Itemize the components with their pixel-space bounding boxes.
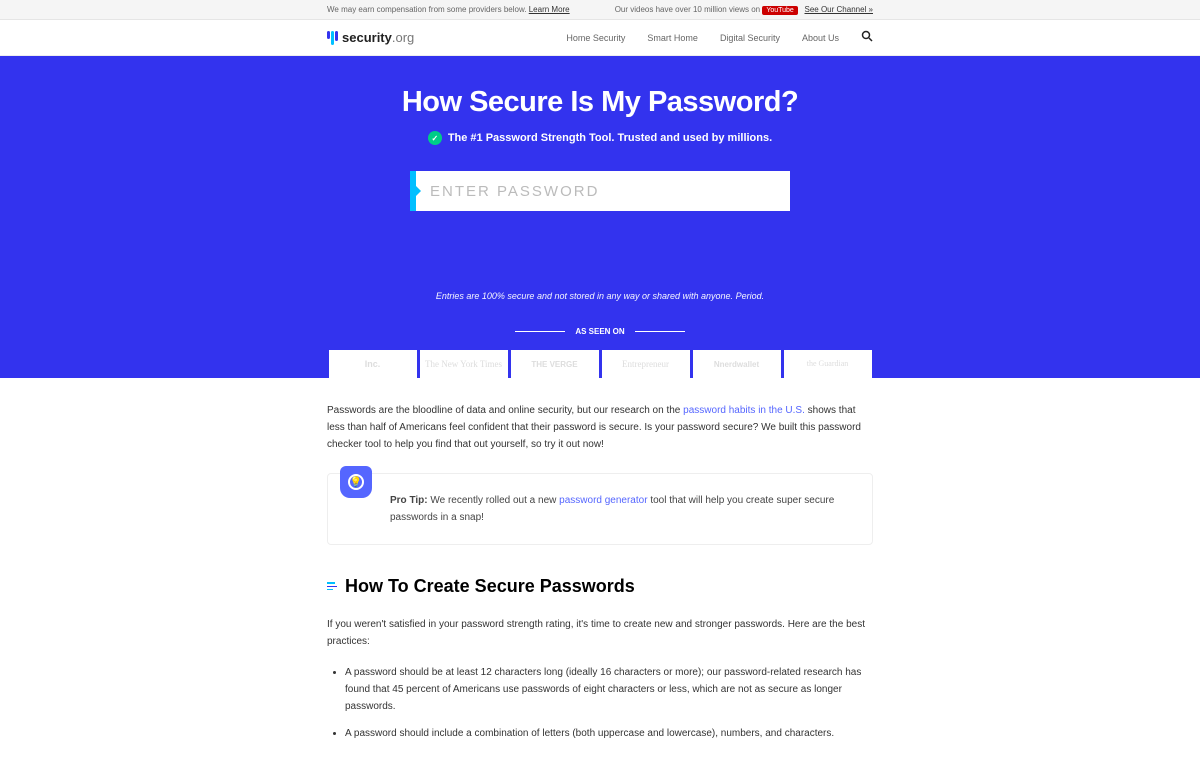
press-nyt: The New York Times [420,350,508,378]
section-heading-row: How To Create Secure Passwords [327,571,873,602]
press-guardian: the Guardian [784,350,872,378]
subtitle-row: ✓ The #1 Password Strength Tool. Trusted… [0,131,1200,145]
press-entrepreneur: Entrepreneur [602,350,690,378]
search-icon[interactable] [861,30,873,45]
nav-about-us[interactable]: About Us [802,33,839,43]
page-title: How Secure Is My Password? [0,86,1200,119]
password-input[interactable] [430,183,776,200]
password-habits-link[interactable]: password habits in the U.S. [683,405,805,416]
section-bars-icon [327,582,337,590]
pro-tip-box: 💡 Pro Tip: We recently rolled out a new … [327,473,873,545]
as-seen-on-label: AS SEEN ON [575,327,624,336]
hero-section: How Secure Is My Password? ✓ The #1 Pass… [0,56,1200,378]
as-seen-on-row: AS SEEN ON [0,327,1200,336]
list-item: A password should be at least 12 charact… [345,664,873,715]
section-intro: If you weren't satisfied in your passwor… [327,616,873,650]
press-verge: THE VERGE [511,350,599,378]
best-practices-list: A password should be at least 12 charact… [327,664,873,742]
youtube-notice: Our videos have over 10 million views on… [615,5,873,14]
intro-paragraph: Passwords are the bloodline of data and … [327,402,873,453]
pro-tip-label: Pro Tip: [390,495,428,506]
nav-digital-security[interactable]: Digital Security [720,33,780,43]
youtube-badge[interactable]: YouTube [762,6,798,15]
check-icon: ✓ [428,131,442,145]
main-header: security.org Home Security Smart Home Di… [0,20,1200,56]
compensation-notice: We may earn compensation from some provi… [327,5,570,14]
section-heading: How To Create Secure Passwords [345,571,635,602]
password-generator-link[interactable]: password generator [559,495,647,506]
see-channel-link[interactable]: See Our Channel » [805,5,874,14]
press-inc: Inc. [329,350,417,378]
nav-smart-home[interactable]: Smart Home [647,33,698,43]
content-area: Passwords are the bloodline of data and … [327,378,873,776]
security-note: Entries are 100% secure and not stored i… [0,291,1200,301]
nav-home-security[interactable]: Home Security [566,33,625,43]
main-nav: Home Security Smart Home Digital Securit… [566,30,873,45]
list-item: A password should include a combination … [345,725,873,742]
lightbulb-icon: 💡 [340,466,372,498]
press-logos: Inc. The New York Times THE VERGE Entrep… [0,350,1200,378]
password-input-wrap[interactable] [410,171,790,211]
subtitle-text: The #1 Password Strength Tool. Trusted a… [448,132,772,144]
logo[interactable]: security.org [327,30,414,45]
press-nerdwallet: N nerdwallet [693,350,781,378]
top-bar: We may earn compensation from some provi… [0,0,1200,20]
learn-more-link[interactable]: Learn More [529,5,570,14]
logo-bars-icon [327,31,338,45]
